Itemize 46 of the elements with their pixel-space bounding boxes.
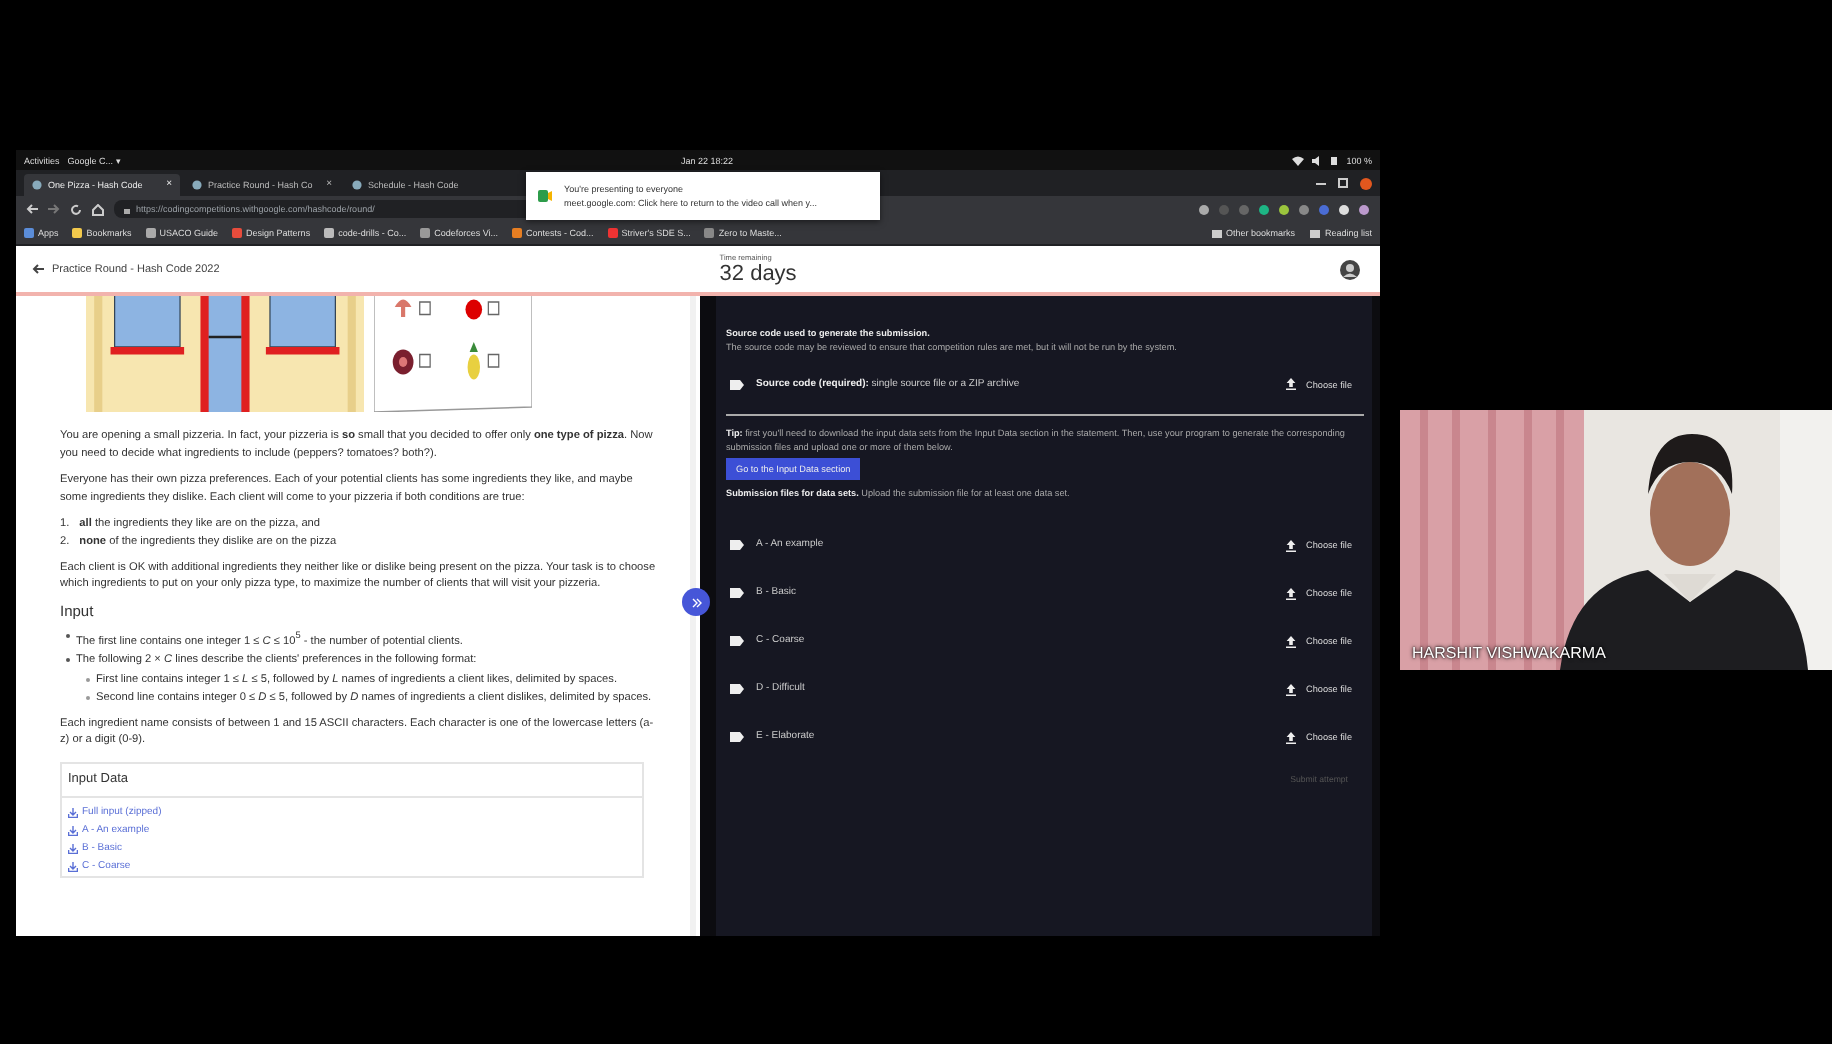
label-icon xyxy=(730,379,744,389)
bookmark-favicon-icon xyxy=(324,228,335,238)
bookmark-favicon-icon xyxy=(145,228,156,238)
upload-icon xyxy=(1286,731,1297,743)
globe-icon xyxy=(192,180,202,190)
bookmark-favicon-icon xyxy=(72,228,83,238)
back-arrow-icon[interactable] xyxy=(32,264,44,274)
timer-value: 32 days xyxy=(719,261,797,285)
meet-icon xyxy=(538,190,552,202)
download-icon xyxy=(68,862,78,873)
folder-icon xyxy=(1211,228,1222,238)
upload-icon xyxy=(1286,587,1297,599)
upload-icon xyxy=(1286,539,1297,551)
upload-icon xyxy=(1286,683,1297,695)
label-icon xyxy=(730,588,744,598)
bookmark-favicon-icon xyxy=(704,228,715,238)
bookmark-favicon-icon xyxy=(420,228,431,238)
bookmark-favicon-icon xyxy=(512,228,523,238)
avatar-icon[interactable] xyxy=(1340,259,1360,279)
globe-icon xyxy=(352,180,362,190)
label-icon xyxy=(730,540,744,550)
volume-icon[interactable] xyxy=(1312,155,1323,165)
download-icon xyxy=(68,844,78,855)
label-icon xyxy=(730,732,744,742)
wifi-icon[interactable] xyxy=(1292,155,1305,165)
maximize-icon[interactable] xyxy=(1338,178,1348,188)
home-icon[interactable] xyxy=(92,203,104,215)
forward-icon[interactable] xyxy=(48,204,60,214)
folder-icon xyxy=(1310,228,1321,238)
label-icon xyxy=(730,636,744,646)
double-chevron-icon xyxy=(691,597,701,607)
label-icon xyxy=(730,684,744,694)
download-icon xyxy=(68,808,78,819)
minimize-icon[interactable] xyxy=(1316,178,1326,188)
lock-icon xyxy=(124,205,130,213)
close-icon[interactable] xyxy=(1360,177,1372,189)
back-icon[interactable] xyxy=(26,204,38,214)
bookmark-favicon-icon xyxy=(607,228,618,238)
upload-icon xyxy=(1286,635,1297,647)
battery-icon[interactable] xyxy=(1330,155,1339,165)
upload-icon xyxy=(1286,378,1297,390)
reload-icon[interactable] xyxy=(70,203,82,215)
bookmark-favicon-icon xyxy=(24,228,34,238)
download-icon xyxy=(68,826,78,837)
globe-icon xyxy=(32,180,42,190)
bookmark-favicon-icon xyxy=(232,228,243,238)
